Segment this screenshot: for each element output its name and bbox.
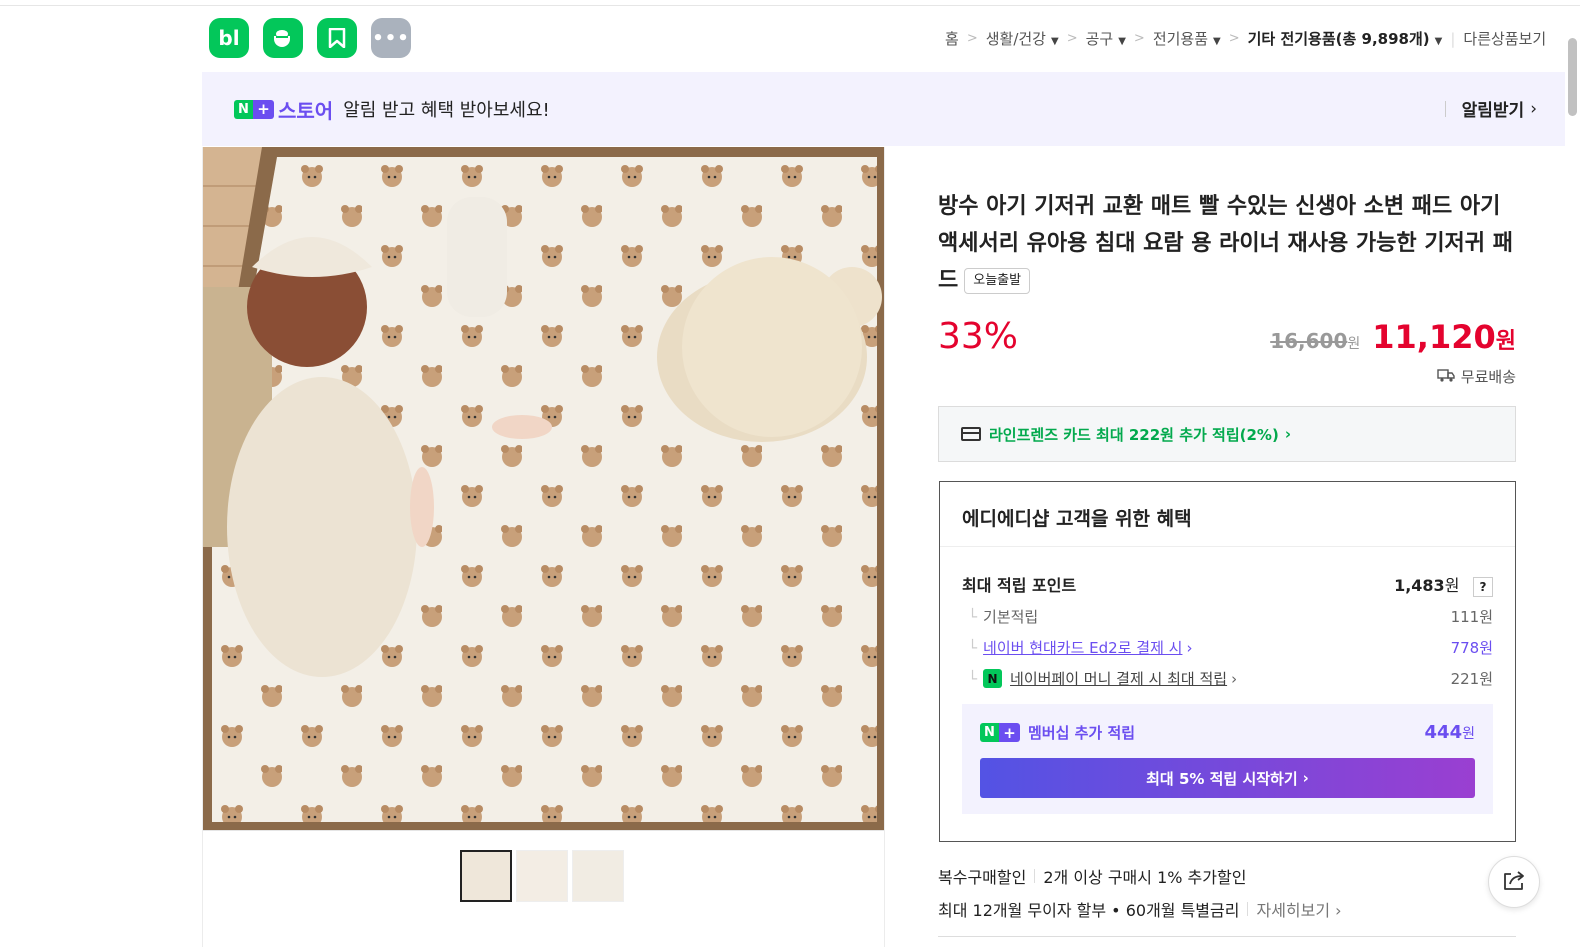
store-alert-banner: N + 스토어 알림 받고 혜택 받아보세요! 알림받기 ›: [202, 72, 1565, 146]
bookmark-icon[interactable]: [317, 18, 357, 58]
installment-info: 최대 12개월 무이자 할부 • 60개월 특별금리 자세히보기 ›: [938, 897, 1342, 921]
breadcrumb-current[interactable]: 기타 전기용품(총 9,898개) ▼: [1248, 28, 1443, 49]
product-main-image[interactable]: [202, 147, 885, 830]
credit-card-icon: [961, 427, 981, 441]
share-icon: [1501, 868, 1527, 896]
thumbnail-3[interactable]: [572, 850, 624, 902]
chevron-right-icon: ›: [1186, 638, 1193, 657]
top-divider: [0, 5, 1580, 6]
original-price: 16,600: [1270, 329, 1348, 353]
divider: [202, 147, 203, 947]
more-apps-icon[interactable]: •••: [371, 18, 411, 58]
cafe-icon[interactable]: [263, 18, 303, 58]
bulk-discount-info: 복수구매할인 2개 이상 구매시 1% 추가할인: [938, 868, 1247, 887]
chevron-right-icon: >: [966, 31, 978, 46]
help-icon[interactable]: ?: [1473, 576, 1493, 597]
naverpay-icon: N: [983, 669, 1003, 688]
truck-icon: [1437, 368, 1455, 386]
breadcrumb-level1[interactable]: 생활/건강 ▼: [986, 28, 1059, 49]
details-link[interactable]: 자세히보기 ›: [1256, 897, 1341, 921]
breadcrumb: 홈 > 생활/건강 ▼ > 공구 ▼ > 전기용품 ▼ > 기타 전기용품(총 9,8…: [945, 28, 1546, 49]
caret-down-icon: ▼: [1050, 36, 1059, 47]
app-launcher: bl •••: [209, 18, 411, 58]
discount-rate: 33%: [938, 316, 1019, 357]
product-title: 방수 아기 기저귀 교환 매트 빨 수있는 신생아 소변 패드 아기 액세서리 …: [938, 194, 1513, 294]
sale-price: 11,120: [1372, 318, 1496, 356]
divider: [1444, 100, 1446, 117]
thumbnail-strip: [460, 850, 624, 902]
banner-message: 알림 받고 혜택 받아보세요!: [343, 100, 550, 121]
divider: |: [1450, 29, 1456, 48]
chevron-right-icon: ›: [1302, 769, 1309, 787]
chevron-right-icon: >: [1066, 31, 1078, 46]
original-price-unit: 원: [1347, 336, 1361, 352]
chevron-right-icon: >: [1133, 31, 1145, 46]
price-block: 16,600 원 11,120 원: [1270, 318, 1516, 356]
blog-icon[interactable]: bl: [209, 18, 249, 58]
store-name: 스토어: [278, 98, 334, 123]
card-reward-link[interactable]: 라인프렌즈 카드 최대 222원 추가 적립(2%) ›: [938, 406, 1516, 462]
breadcrumb-level3[interactable]: 전기용품 ▼: [1153, 28, 1221, 49]
membership-points: 444원: [1424, 722, 1475, 743]
naver-plus-store-logo: N +: [234, 99, 274, 119]
chevron-right-icon: ›: [1284, 425, 1291, 443]
shipping-info: 무료배송: [1437, 366, 1516, 387]
product-photo: [202, 147, 885, 830]
thumbnail-1[interactable]: [460, 850, 512, 902]
customer-benefits-panel: 에디에디샵 고객을 위한 혜택 최대 적립 포인트 1,483원 ? └ 기본적립…: [939, 481, 1516, 842]
divider: [938, 936, 1516, 937]
naverpay-points-row[interactable]: └ N 네이버페이 머니 결제 시 최대 적립 › 221원: [968, 668, 1493, 689]
caret-down-icon: ▼: [1213, 36, 1221, 47]
membership-section: N + 멤버십 추가 적립 444원 최대 5% 적립 시작하기 ›: [962, 704, 1493, 814]
sale-price-unit: 원: [1495, 329, 1516, 354]
membership-label: 멤버십 추가 적립: [1028, 724, 1136, 742]
max-points-value: 1,483: [1394, 576, 1445, 595]
benefit-title: 에디에디샵 고객을 위한 혜택: [940, 482, 1515, 547]
caret-down-icon: ▼: [1118, 36, 1126, 47]
caret-down-icon: ▼: [1434, 36, 1443, 47]
max-points-row: 최대 적립 포인트 1,483원 ?: [962, 572, 1493, 597]
divider: [202, 830, 885, 831]
thumbnail-2[interactable]: [516, 850, 568, 902]
chevron-right-icon: >: [1228, 31, 1240, 46]
naver-plus-logo: N +: [980, 723, 1020, 742]
basic-points-row: └ 기본적립 111원: [968, 607, 1493, 627]
share-button[interactable]: [1488, 856, 1540, 908]
same-day-shipping-badge: 오늘출발: [964, 268, 1031, 294]
breadcrumb-home[interactable]: 홈: [945, 28, 959, 49]
chevron-right-icon: ›: [1231, 669, 1238, 688]
divider: [884, 147, 885, 947]
start-membership-button[interactable]: 최대 5% 적립 시작하기 ›: [980, 758, 1475, 798]
subscribe-alert-button[interactable]: 알림받기 ›: [1444, 96, 1537, 121]
chevron-right-icon: ›: [1530, 98, 1537, 119]
page-scrollbar[interactable]: [1568, 38, 1577, 116]
hyundai-card-points-row[interactable]: └ 네이버 현대카드 Ed2로 결제 시 › 778원: [968, 637, 1493, 658]
breadcrumb-level2[interactable]: 공구 ▼: [1086, 28, 1126, 49]
other-products-link[interactable]: 다른상품보기: [1463, 28, 1546, 49]
